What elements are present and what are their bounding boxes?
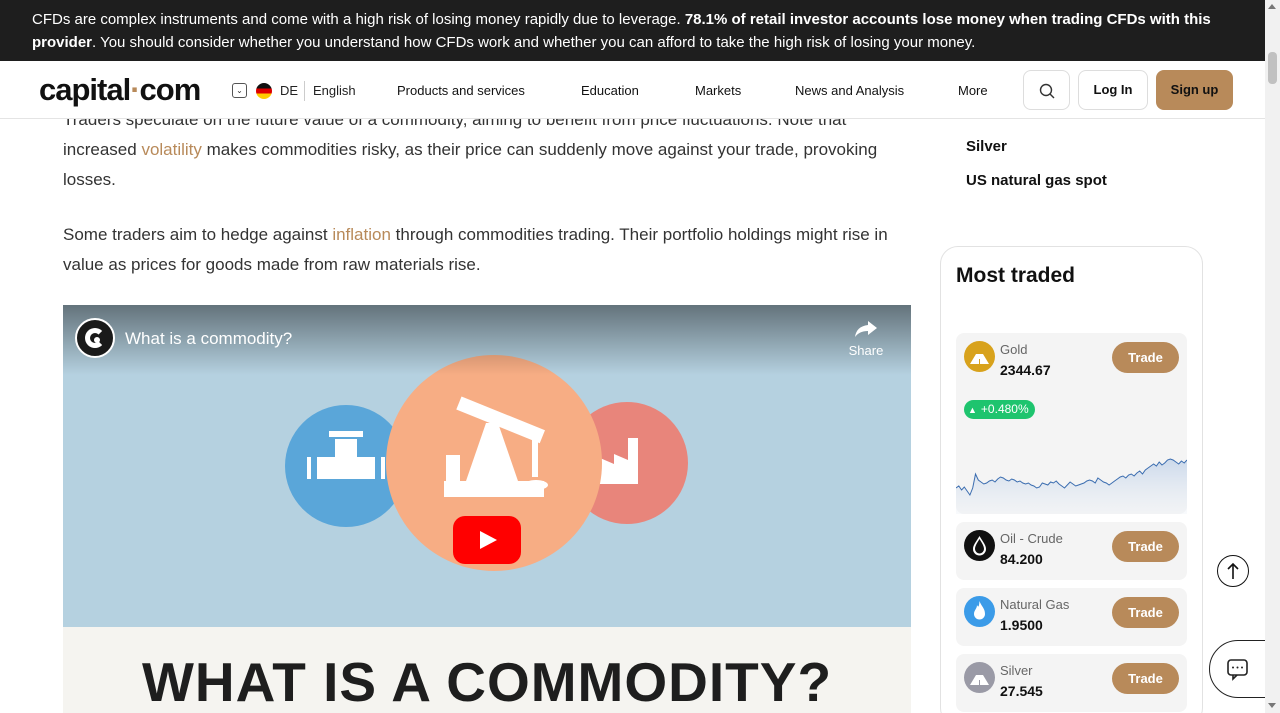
asset-name: Oil - Crude — [1000, 531, 1063, 546]
article-content: Traders speculate on the future value of… — [63, 119, 911, 713]
trade-button[interactable]: Trade — [1112, 597, 1179, 628]
nav-products-and-services[interactable]: Products and services — [397, 83, 525, 98]
page-scrollbar[interactable] — [1265, 0, 1280, 713]
asset-name: Silver — [1000, 663, 1033, 678]
silver-icon — [964, 662, 995, 693]
arrow-up-icon — [1227, 562, 1239, 579]
logo-text-left: capital — [39, 72, 131, 107]
gold-icon — [964, 341, 995, 372]
asset-card-gold[interactable]: Gold 2344.67 Trade ▲ +0.480% — [956, 333, 1187, 514]
video-title[interactable]: What is a commodity? — [125, 329, 292, 349]
youtube-play-icon[interactable] — [453, 516, 521, 564]
chevron-down-icon[interactable]: ⌄ — [232, 83, 247, 98]
inflation-link[interactable]: inflation — [332, 225, 391, 244]
scroll-to-top-button[interactable] — [1217, 555, 1249, 587]
trade-button[interactable]: Trade — [1112, 663, 1179, 694]
share-arrow-icon — [855, 321, 877, 337]
search-icon — [1039, 83, 1055, 99]
nav-markets[interactable]: Markets — [695, 83, 741, 98]
asset-price: 84.200 — [1000, 551, 1043, 567]
capital-com-logo[interactable]: capital·com — [39, 72, 202, 107]
sparkline-area — [956, 459, 1187, 514]
risk-warning-banner: CFDs are complex instruments and come wi… — [0, 0, 1265, 61]
asset-price: 27.545 — [1000, 683, 1043, 699]
price-change-badge: ▲ +0.480% — [964, 400, 1035, 419]
scrollbar-thumb[interactable] — [1268, 52, 1277, 84]
asset-name: Gold — [1000, 342, 1028, 357]
scroll-down-arrow-icon[interactable] — [1268, 703, 1276, 708]
gold-sparkline-chart — [956, 458, 1187, 514]
channel-logo-icon[interactable] — [75, 318, 115, 358]
asset-price: 1.9500 — [1000, 617, 1043, 633]
video-player[interactable]: What is a commodity? Share — [63, 305, 911, 627]
video-heading: WHAT IS A COMMODITY? — [141, 651, 833, 713]
nav-more[interactable]: More — [958, 83, 988, 98]
scroll-up-arrow-icon[interactable] — [1268, 4, 1276, 9]
logo-text-right: com — [139, 72, 202, 107]
paragraph-text: Some traders aim to hedge against — [63, 225, 333, 244]
share-button[interactable]: Share — [846, 319, 886, 358]
risk-warning-text: CFDs are complex instruments and come wi… — [32, 11, 685, 28]
signup-button[interactable]: Sign up — [1156, 70, 1233, 110]
article-paragraph: Some traders aim to hedge against inflat… — [63, 220, 911, 280]
chat-bubble-icon — [1227, 659, 1248, 681]
most-traded-title: Most traded — [956, 264, 1076, 287]
caret-up-icon: ▲ — [968, 405, 977, 415]
sidebar-link-us-natural-gas-spot[interactable]: US natural gas spot — [966, 172, 1107, 189]
article-paragraph: Traders speculate on the future value of… — [63, 119, 911, 195]
asset-card-oil-crude[interactable]: Oil - Crude 84.200 Trade — [956, 522, 1187, 580]
language-selector[interactable]: English — [313, 83, 356, 98]
logo-dot: · — [130, 72, 140, 107]
risk-warning-text-end: . You should consider whether you unders… — [92, 34, 976, 51]
search-button[interactable] — [1023, 70, 1070, 110]
locale-divider — [304, 81, 305, 101]
asset-card-silver[interactable]: Silver 27.545 Trade — [956, 654, 1187, 712]
asset-card-natural-gas[interactable]: Natural Gas 1.9500 Trade — [956, 588, 1187, 646]
login-button[interactable]: Log In — [1078, 70, 1148, 110]
asset-name: Natural Gas — [1000, 597, 1070, 612]
flame-icon — [964, 596, 995, 627]
oil-drop-icon — [964, 530, 995, 561]
price-change-value: +0.480% — [980, 402, 1029, 416]
site-header: capital·com ⌄ DE English Products and se… — [0, 61, 1265, 119]
chat-button[interactable] — [1209, 640, 1269, 698]
sidebar-link-silver[interactable]: Silver — [966, 138, 1007, 155]
germany-flag-icon[interactable] — [256, 83, 272, 99]
volatility-link[interactable]: volatility — [141, 140, 201, 159]
nav-news-and-analysis[interactable]: News and Analysis — [795, 83, 904, 98]
asset-price: 2344.67 — [1000, 362, 1051, 378]
share-label: Share — [848, 343, 884, 358]
trade-button[interactable]: Trade — [1112, 342, 1179, 373]
trade-button[interactable]: Trade — [1112, 531, 1179, 562]
locale-code[interactable]: DE — [280, 83, 298, 98]
nav-education[interactable]: Education — [581, 83, 639, 98]
